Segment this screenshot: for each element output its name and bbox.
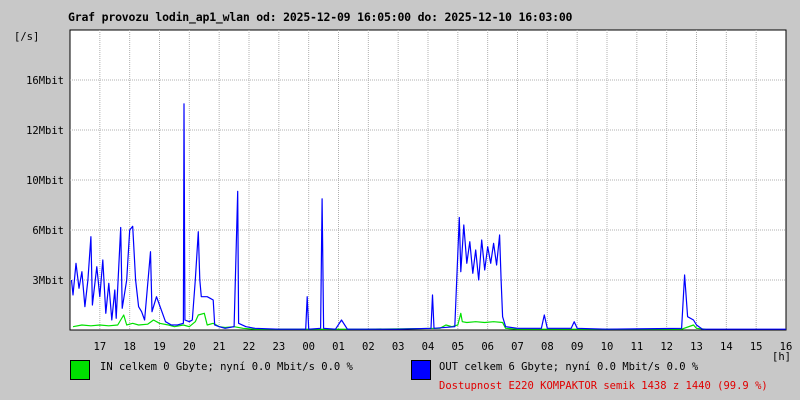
out-legend-swatch <box>411 360 431 380</box>
x-tick-label: 20 <box>183 341 196 353</box>
x-tick-label: 19 <box>153 341 166 353</box>
x-tick-label: 10 <box>601 341 614 353</box>
x-tick-label: 09 <box>571 341 584 353</box>
y-tick-label: 3Mbit <box>32 275 64 287</box>
y-axis-unit-label: [/s] <box>14 31 39 43</box>
x-tick-label: 11 <box>631 341 644 353</box>
y-tick-label: 10Mbit <box>26 175 64 187</box>
x-tick-label: 04 <box>422 341 435 353</box>
out-legend-text: OUT celkem 6 Gbyte; nyní 0.0 Mbit/s 0.0 … <box>439 361 699 373</box>
y-tick-label: 6Mbit <box>32 225 64 237</box>
x-tick-label: 14 <box>720 341 733 353</box>
x-tick-label: 12 <box>660 341 673 353</box>
y-tick-label: 16Mbit <box>26 75 64 87</box>
x-tick-label: 05 <box>452 341 465 353</box>
traffic-chart: 3Mbit 6Mbit 10Mbit 12Mbit 16Mbit 17 18 19 20 21 2… <box>14 29 793 363</box>
x-tick-label: 18 <box>123 341 136 353</box>
x-tick-label: 01 <box>332 341 345 353</box>
x-tick-label: 22 <box>243 341 256 353</box>
x-tick-label: 02 <box>362 341 375 353</box>
x-tick-label: 08 <box>541 341 554 353</box>
in-legend-text: IN celkem 0 Gbyte; nyní 0.0 Mbit/s 0.0 % <box>100 361 353 373</box>
x-tick-label: 00 <box>302 341 315 353</box>
availability-text: Dostupnost E220 KOMPAKTOR semik 1438 z 1… <box>439 380 768 392</box>
x-tick-label: 15 <box>750 341 763 353</box>
x-tick-label: 06 <box>481 341 494 353</box>
x-tick-label: 21 <box>213 341 226 353</box>
x-tick-label: 17 <box>94 341 107 353</box>
x-tick-label: 07 <box>511 341 524 353</box>
x-axis-unit-label: [h] <box>772 351 791 363</box>
x-axis: 17 18 19 20 21 22 23 00 01 02 03 04 05 06 07 08 09 10 11 12… <box>94 341 793 353</box>
x-tick-label: 13 <box>690 341 703 353</box>
x-tick-label: 23 <box>273 341 286 353</box>
in-legend-swatch <box>70 360 90 380</box>
y-axis: 3Mbit 6Mbit 10Mbit 12Mbit 16Mbit <box>26 75 64 287</box>
y-tick-label: 12Mbit <box>26 125 64 137</box>
x-tick-label: 03 <box>392 341 405 353</box>
